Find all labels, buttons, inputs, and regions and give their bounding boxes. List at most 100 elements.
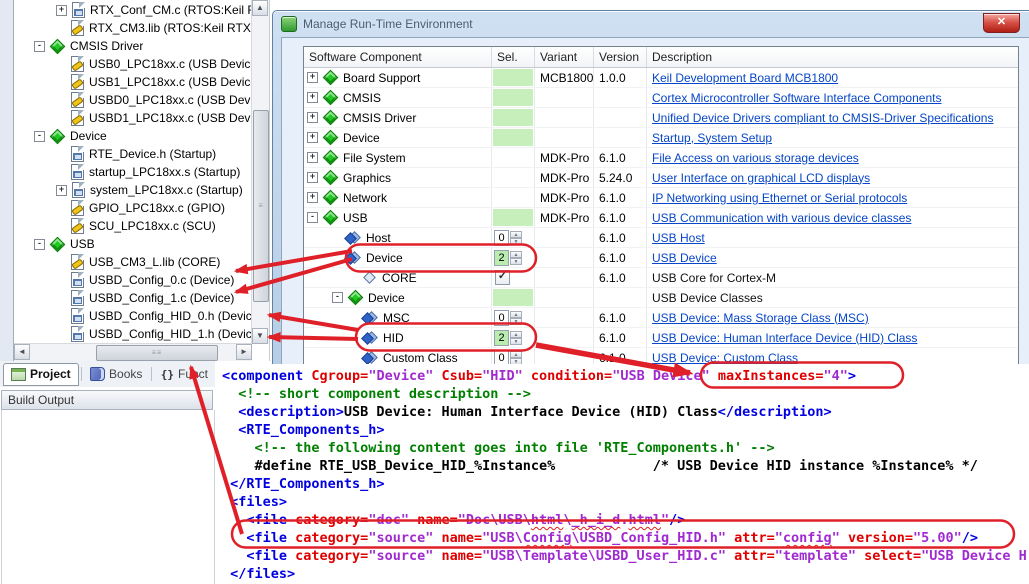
row-expand-box[interactable]: - (332, 292, 343, 303)
description-link[interactable]: USB Device: Mass Storage Class (MSC) (652, 311, 869, 325)
description-link[interactable]: IP Networking using Ethernet or Serial p… (652, 191, 907, 205)
description-link[interactable]: USB Device: Custom Class (652, 351, 798, 365)
rte-row-core[interactable]: CORE✓6.1.0USB Core for Cortex-M (304, 268, 1018, 288)
tab-books[interactable]: Books (83, 364, 149, 385)
rte-row-msc[interactable]: MSC0▲▼6.1.0USB Device: Mass Storage Clas… (304, 308, 1018, 328)
rte-row-network[interactable]: +NetworkMDK-Pro6.1.0IP Networking using … (304, 188, 1018, 208)
description-link[interactable]: USB Device: Human Interface Device (HID)… (652, 331, 917, 345)
tree-expand-box[interactable]: + (56, 5, 67, 16)
tree-expand-box[interactable]: - (34, 41, 45, 52)
rte-row-cmsis-driver[interactable]: +CMSIS DriverUnified Device Drivers comp… (304, 108, 1018, 128)
tree-file-item[interactable]: +system_LPC18xx.c (Startup) (14, 181, 252, 199)
spinner-down-button[interactable]: ▼ (510, 238, 522, 245)
row-expand-box[interactable]: + (307, 172, 318, 183)
tree-vertical-scrollbar[interactable]: ▲ ≡ ▼ (251, 0, 269, 344)
description-link[interactable]: Startup, System Setup (652, 131, 772, 145)
variant-cell: MDK-Pro (535, 168, 594, 187)
column-header-version[interactable]: Version (594, 47, 647, 67)
vertical-scroll-thumb[interactable]: ≡ (253, 110, 269, 302)
selection-checkbox[interactable]: ✓ (495, 270, 510, 285)
rte-row-usb[interactable]: -USBMDK-Pro6.1.0USB Communication with v… (304, 208, 1018, 228)
description-cell: USB Device Classes (647, 288, 1018, 307)
description-link[interactable]: USB Device (652, 251, 717, 265)
tree-expand-box[interactable]: - (34, 239, 45, 250)
scroll-right-button[interactable]: ► (236, 344, 252, 360)
tree-file-item[interactable]: RTE_Device.h (Startup) (14, 145, 252, 163)
column-header-software-component[interactable]: Software Component (304, 47, 492, 67)
tree-expand-box[interactable]: + (56, 185, 67, 196)
tree-expand-box[interactable]: - (34, 131, 45, 142)
source-file-icon (71, 272, 84, 288)
tree-file-item[interactable]: USBD_Config_HID_1.h (Device: (14, 325, 252, 343)
tree-file-item[interactable]: RTX_CM3.lib (RTOS:Keil RTX) (14, 19, 252, 37)
description-link[interactable]: USB Communication with various device cl… (652, 211, 911, 225)
row-expand-box[interactable]: + (307, 192, 318, 203)
tree-file-item[interactable]: +RTX_Conf_CM.c (RTOS:Keil RT (14, 1, 252, 19)
tree-file-item[interactable]: USB_CM3_L.lib (CORE) (14, 253, 252, 271)
row-expand-box[interactable]: + (307, 132, 318, 143)
scroll-up-button[interactable]: ▲ (252, 0, 268, 16)
horizontal-scroll-thumb[interactable]: ≡≡ (96, 345, 218, 361)
tab-project[interactable]: Project (3, 363, 79, 386)
instance-spinner[interactable]: 2▲▼ (494, 250, 522, 266)
instance-spinner[interactable]: 2▲▼ (494, 330, 522, 346)
spinner-up-button[interactable]: ▲ (510, 251, 522, 258)
spinner-down-button[interactable]: ▼ (510, 338, 522, 345)
spinner-down-button[interactable]: ▼ (510, 318, 522, 325)
row-expand-box[interactable]: + (307, 72, 318, 83)
tree-file-item[interactable]: USBD_Config_HID_0.h (Device: (14, 307, 252, 325)
rte-row-host[interactable]: Host0▲▼6.1.0USB Host (304, 228, 1018, 248)
row-expand-box[interactable]: + (307, 92, 318, 103)
spinner-up-button[interactable]: ▲ (510, 311, 522, 318)
tree-file-item[interactable]: USBD_Config_0.c (Device) (14, 271, 252, 289)
description-cell: Unified Device Drivers compliant to CMSI… (647, 108, 1018, 127)
spinner-up-button[interactable]: ▲ (510, 231, 522, 238)
description-link[interactable]: File Access on various storage devices (652, 151, 859, 165)
rte-row-device[interactable]: Device2▲▼6.1.0USB Device (304, 248, 1018, 268)
column-header-sel-[interactable]: Sel. (492, 47, 535, 67)
variant-cell (535, 288, 594, 307)
description-link[interactable]: Unified Device Drivers compliant to CMSI… (652, 111, 993, 125)
rte-row-graphics[interactable]: +GraphicsMDK-Pro5.24.0User Interface on … (304, 168, 1018, 188)
tree-horizontal-scrollbar[interactable]: ◄ ≡≡ ► (14, 343, 252, 361)
spinner-up-button[interactable]: ▲ (510, 351, 522, 358)
rte-row-hid[interactable]: HID2▲▼6.1.0USB Device: Human Interface D… (304, 328, 1018, 348)
component-group-icon (323, 70, 339, 86)
dialog-titlebar[interactable]: Manage Run-Time Environment ✕ (273, 11, 1029, 37)
column-header-description[interactable]: Description (647, 47, 1018, 67)
row-expand-box[interactable]: + (307, 112, 318, 123)
tree-group-item[interactable]: -Device (14, 127, 252, 145)
description-link[interactable]: Keil Development Board MCB1800 (652, 71, 838, 85)
scroll-left-button[interactable]: ◄ (14, 344, 30, 360)
tree-file-item[interactable]: startup_LPC18xx.s (Startup) (14, 163, 252, 181)
tree-file-item[interactable]: USBD0_LPC18xx.c (USB Device: (14, 91, 252, 109)
spinner-down-button[interactable]: ▼ (510, 258, 522, 265)
rte-row-cmsis[interactable]: +CMSISCortex Microcontroller Software In… (304, 88, 1018, 108)
instance-spinner[interactable]: 0▲▼ (494, 230, 522, 246)
tree-file-item[interactable]: SCU_LPC18xx.c (SCU) (14, 217, 252, 235)
description-link[interactable]: Cortex Microcontroller Software Interfac… (652, 91, 941, 105)
scroll-down-button[interactable]: ▼ (252, 328, 268, 344)
close-button[interactable]: ✕ (983, 13, 1020, 33)
tree-group-item[interactable]: -CMSIS Driver (14, 37, 252, 55)
tab-functions[interactable]: {}Funct (154, 364, 215, 385)
tree-file-item[interactable]: USB0_LPC18xx.c (USB Device:U (14, 55, 252, 73)
row-expand-box[interactable]: + (307, 152, 318, 163)
rte-row-board-support[interactable]: +Board SupportMCB18001.0.0Keil Developme… (304, 68, 1018, 88)
tree-group-item[interactable]: -USB (14, 235, 252, 253)
code-token: \USBD_Config_HID.h" (572, 530, 726, 546)
tree-file-item[interactable]: GPIO_LPC18xx.c (GPIO) (14, 199, 252, 217)
description-link[interactable]: USB Host (652, 231, 705, 245)
tree-file-item[interactable]: USBD_Config_1.c (Device) (14, 289, 252, 307)
rte-row-device[interactable]: +DeviceStartup, System Setup (304, 128, 1018, 148)
rte-row-file-system[interactable]: +File SystemMDK-Pro6.1.0File Access on v… (304, 148, 1018, 168)
description-link[interactable]: User Interface on graphical LCD displays (652, 171, 870, 185)
instance-spinner[interactable]: 0▲▼ (494, 310, 522, 326)
tree-file-item[interactable]: USBD1_LPC18xx.c (USB Device: (14, 109, 252, 127)
spinner-up-button[interactable]: ▲ (510, 331, 522, 338)
row-expand-box[interactable]: - (307, 212, 318, 223)
code-editor-area[interactable]: <component Cgroup="Device" Csub="HID" co… (215, 364, 1029, 584)
rte-row-device[interactable]: -DeviceUSB Device Classes (304, 288, 1018, 308)
tree-file-item[interactable]: USB1_LPC18xx.c (USB Device:U (14, 73, 252, 91)
column-header-variant[interactable]: Variant (535, 47, 594, 67)
